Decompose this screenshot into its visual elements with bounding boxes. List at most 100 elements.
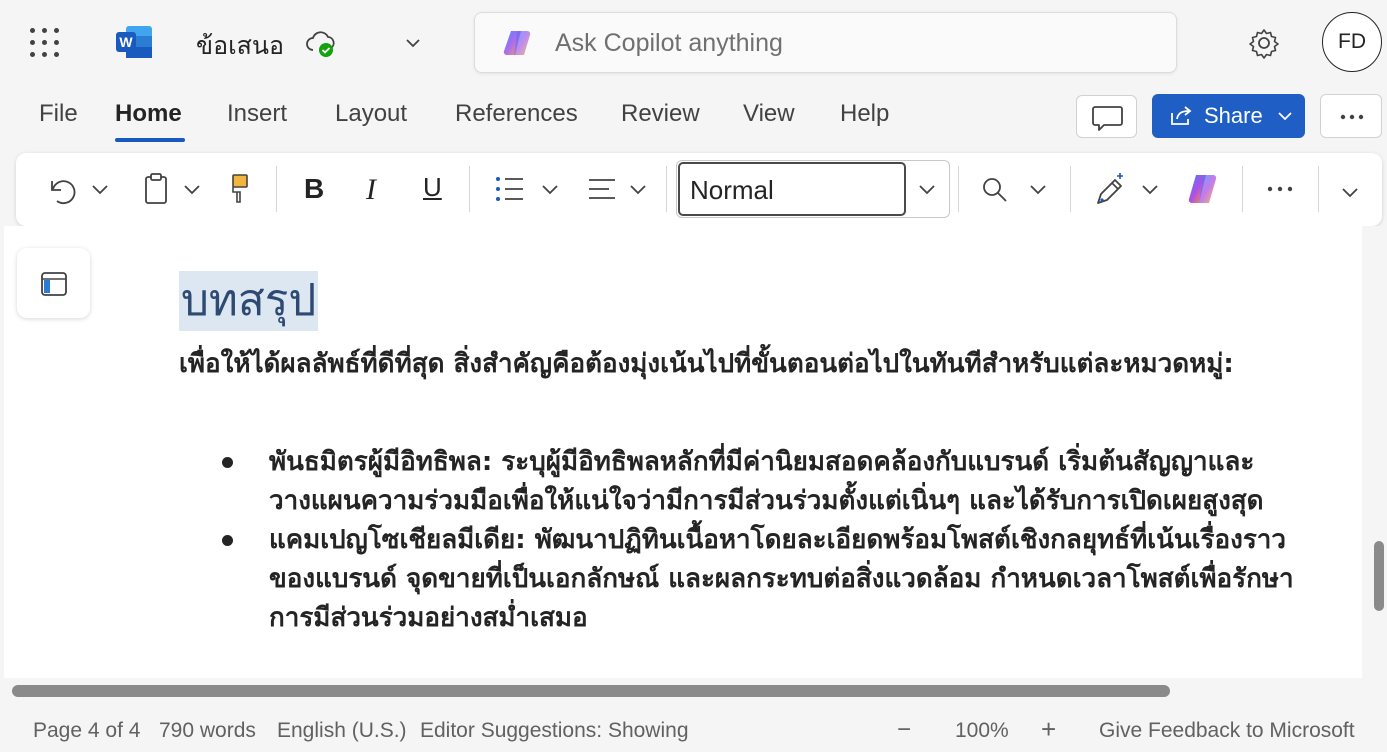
align-icon	[589, 179, 615, 199]
list-item[interactable]: แคมเปญโซเชียลมีเดีย: พัฒนาปฏิทินเนื้อหาโ…	[222, 521, 1322, 638]
align-button[interactable]	[584, 167, 620, 211]
bold-icon: B	[304, 173, 325, 204]
italic-button[interactable]: I	[358, 167, 390, 211]
list-item-text[interactable]: พันธมิตรผู้มีอิทธิพล: ระบุผู้มีอิทธิพลหล…	[269, 443, 1309, 521]
ribbon-more-button[interactable]	[1260, 167, 1300, 211]
ribbon-separator	[469, 166, 470, 212]
ribbon-separator	[1318, 166, 1319, 212]
menu-bar: File Home Insert Layout References Revie…	[0, 88, 1387, 148]
active-tab-indicator	[115, 138, 185, 142]
user-avatar[interactable]: FD	[1322, 12, 1382, 72]
clipboard-icon	[145, 173, 167, 204]
chevron-down-icon	[630, 185, 646, 195]
list-item-text[interactable]: แคมเปญโซเชียลมีเดีย: พัฒนาปฏิทินเนื้อหาโ…	[269, 521, 1309, 638]
chevron-down-icon[interactable]	[402, 32, 424, 54]
chevron-down-icon[interactable]	[915, 177, 939, 201]
tab-file[interactable]: File	[39, 100, 78, 128]
chevron-down-icon	[542, 185, 558, 195]
bullet-list: พันธมิตรผู้มีอิทธิพล: ระบุผู้มีอิทธิพลหล…	[222, 443, 1322, 638]
chevron-down-icon	[1342, 188, 1358, 198]
italic-icon: I	[366, 173, 376, 206]
editor-suggestions-status[interactable]: Editor Suggestions: Showing	[420, 719, 689, 743]
tab-references[interactable]: References	[455, 100, 578, 128]
undo-button[interactable]	[42, 167, 82, 211]
share-button[interactable]: Share	[1152, 94, 1305, 138]
find-button[interactable]	[978, 167, 1012, 211]
bullet-icon	[222, 457, 233, 468]
tab-insert[interactable]: Insert	[227, 100, 287, 128]
more-icon	[1267, 186, 1293, 192]
share-label: Share	[1204, 103, 1263, 128]
underline-button[interactable]: U	[418, 167, 450, 211]
ribbon-separator	[1242, 166, 1243, 212]
undo-dropdown[interactable]	[88, 167, 112, 211]
app-launcher-icon[interactable]	[28, 26, 62, 60]
format-painter-icon	[232, 174, 248, 203]
list-item[interactable]: พันธมิตรผู้มีอิทธิพล: ระบุผู้มีอิทธิพลหล…	[222, 443, 1322, 521]
paste-button[interactable]	[140, 167, 174, 211]
chevron-down-icon	[184, 185, 200, 195]
ribbon-toolbar: B I U Normal	[16, 153, 1382, 226]
settings-gear-icon[interactable]	[1245, 24, 1283, 62]
status-bar: Page 4 of 4 790 words English (U.S.) Edi…	[0, 708, 1387, 752]
ribbon-separator	[958, 166, 959, 212]
find-dropdown[interactable]	[1026, 167, 1050, 211]
more-icon	[1340, 114, 1364, 120]
chevron-down-icon	[1030, 185, 1046, 195]
document-paragraph[interactable]: เพื่อให้ได้ผลลัพธ์ที่ดีที่สุด สิ่งสำคัญค…	[179, 345, 1299, 383]
vertical-scrollbar[interactable]	[1374, 541, 1384, 611]
tab-layout[interactable]: Layout	[335, 100, 407, 128]
tab-home[interactable]: Home	[115, 100, 182, 128]
bullets-button[interactable]	[490, 167, 530, 211]
more-options-button[interactable]	[1320, 94, 1382, 138]
ribbon-separator	[666, 166, 667, 212]
underline-icon: U	[423, 172, 442, 202]
zoom-in-button[interactable]: +	[1041, 714, 1056, 745]
copilot-icon	[503, 28, 535, 58]
feedback-link[interactable]: Give Feedback to Microsoft	[1099, 719, 1355, 743]
document-heading[interactable]: บทสรุป	[179, 271, 319, 331]
bullet-icon	[222, 535, 233, 546]
title-bar: W ข้อเสนอ Ask Copilot anything FD	[0, 0, 1387, 84]
editor-pen-icon	[1097, 173, 1123, 204]
comment-icon	[1092, 106, 1123, 131]
copilot-button[interactable]	[1184, 167, 1224, 211]
tab-help[interactable]: Help	[840, 100, 889, 128]
editor-dropdown[interactable]	[1138, 167, 1162, 211]
page-count[interactable]: Page 4 of 4	[33, 719, 140, 743]
style-value: Normal	[690, 175, 774, 205]
bold-button[interactable]: B	[300, 167, 332, 211]
cloud-saved-icon[interactable]	[304, 26, 338, 60]
copilot-search-box[interactable]	[474, 12, 1177, 73]
editor-button[interactable]	[1090, 167, 1130, 211]
undo-icon	[51, 180, 76, 205]
format-painter-button[interactable]	[224, 167, 256, 211]
word-logo-icon[interactable]: W	[114, 24, 154, 60]
navigation-pane-icon	[41, 272, 67, 296]
language-indicator[interactable]: English (U.S.)	[277, 719, 407, 743]
style-value-box[interactable]: Normal	[678, 162, 906, 216]
bullets-dropdown[interactable]	[538, 167, 562, 211]
bullets-icon	[496, 177, 523, 201]
ribbon-separator	[276, 166, 277, 212]
chevron-down-icon	[1278, 112, 1292, 121]
share-icon	[1171, 106, 1192, 125]
horizontal-scrollbar[interactable]	[12, 685, 1170, 697]
expand-ribbon-button[interactable]	[1338, 167, 1362, 211]
chevron-down-icon	[92, 185, 108, 195]
tab-review[interactable]: Review	[621, 100, 700, 128]
zoom-out-button[interactable]: −	[897, 716, 911, 744]
svg-text:W: W	[119, 34, 133, 50]
zoom-level[interactable]: 100%	[955, 719, 1009, 743]
navigation-pane-button[interactable]	[17, 248, 90, 318]
ribbon-separator	[1070, 166, 1071, 212]
paste-dropdown[interactable]	[180, 167, 204, 211]
align-dropdown[interactable]	[626, 167, 650, 211]
styles-dropdown[interactable]: Normal	[676, 160, 950, 218]
tab-view[interactable]: View	[743, 100, 795, 128]
document-title[interactable]: ข้อเสนอ	[196, 26, 284, 66]
comments-button[interactable]	[1076, 95, 1137, 138]
chevron-down-icon	[1142, 185, 1158, 195]
word-count[interactable]: 790 words	[159, 719, 256, 743]
copilot-search-input[interactable]	[555, 25, 1155, 61]
